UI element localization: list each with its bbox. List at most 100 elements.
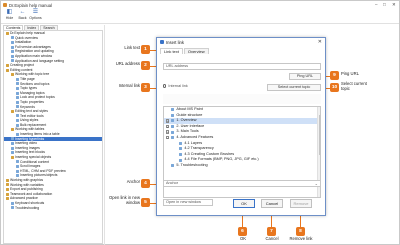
page-icon xyxy=(11,54,14,58)
panel-divider xyxy=(104,25,105,245)
page-icon xyxy=(11,146,14,150)
tab-overview[interactable]: Overview xyxy=(183,48,209,54)
book-icon xyxy=(11,128,14,132)
callout-ping-url-label: Ping URL xyxy=(341,71,359,76)
url-address-input[interactable]: URL address xyxy=(163,63,321,70)
callout-cancel-label: Cancel xyxy=(265,236,279,241)
radio-circle-icon xyxy=(163,84,167,88)
page-icon xyxy=(16,91,19,95)
page-icon xyxy=(16,165,19,169)
callout-badge-10: 10 xyxy=(330,83,339,92)
callout-badge-3: 3 xyxy=(141,83,150,92)
topic-icon xyxy=(179,141,183,145)
page-icon xyxy=(16,77,19,81)
select-current-topic-button[interactable]: Select current topic xyxy=(267,84,321,91)
book-icon xyxy=(6,187,9,191)
dialog-title: Insert link xyxy=(166,39,184,45)
remove-link-button[interactable]: Remove xyxy=(290,199,312,208)
page-icon xyxy=(16,123,19,127)
app-toolbar: ◧ Hide ← Back ☰ Options xyxy=(1,9,399,24)
dialog-close-icon[interactable]: ✕ xyxy=(318,39,322,45)
anchor-select[interactable]: Anchor ⌄ xyxy=(163,180,321,187)
book-icon xyxy=(6,68,9,72)
page-icon xyxy=(16,160,19,164)
page-icon xyxy=(11,45,14,49)
contents-tree: Dr.Explain help manual Quick overview Inst… xyxy=(3,30,103,244)
page-icon xyxy=(11,151,14,155)
callout-badge-5: 5 xyxy=(141,198,150,207)
url-address-placeholder: URL address xyxy=(166,64,189,68)
tree-item-label: Troubleshooting xyxy=(15,205,40,210)
topic-icon xyxy=(179,158,183,162)
internal-link-label: Internal link xyxy=(168,84,188,88)
options-label: Options xyxy=(29,16,42,20)
topic-icon xyxy=(171,136,175,140)
callout-badge-9: 9 xyxy=(330,71,339,80)
page-icon xyxy=(11,50,14,54)
page-icon xyxy=(16,82,19,86)
ok-button[interactable]: OK xyxy=(233,199,255,208)
back-button[interactable]: ← Back xyxy=(16,9,29,23)
book-icon xyxy=(6,197,9,201)
anchor-value: Anchor xyxy=(166,181,179,185)
topic-icon xyxy=(179,153,183,157)
expand-icon[interactable]: + xyxy=(166,119,170,123)
hide-button[interactable]: ◧ Hide xyxy=(3,9,16,23)
page-icon xyxy=(11,201,14,205)
topic-icon xyxy=(171,113,175,117)
book-icon xyxy=(11,109,14,113)
topic-item[interactable]: 5. Troubleshooting xyxy=(164,163,320,169)
expand-icon[interactable]: + xyxy=(166,130,170,134)
page-icon xyxy=(16,86,19,90)
page-icon xyxy=(11,142,14,146)
dialog-tabs: Link text Overview xyxy=(160,48,210,54)
callout-badge-6: 6 xyxy=(238,227,247,236)
open-in-new-window-label: Open in new window xyxy=(166,200,202,204)
insert-link-dialog: Insert link ✕ Link text Overview URL add… xyxy=(156,37,326,216)
cancel-button[interactable]: Cancel xyxy=(261,199,283,208)
book-icon xyxy=(6,183,9,187)
tree-item[interactable]: Troubleshooting xyxy=(4,206,102,211)
app-logo-icon xyxy=(3,3,7,7)
page-icon xyxy=(11,40,14,44)
collapse-icon[interactable]: − xyxy=(166,136,170,140)
link-icon xyxy=(160,40,164,44)
book-icon xyxy=(6,178,9,182)
topic-icon xyxy=(171,130,175,134)
book-icon xyxy=(11,73,14,77)
page-icon xyxy=(16,119,19,123)
book-icon xyxy=(6,31,9,35)
callout-badge-8: 8 xyxy=(296,227,305,236)
callout-internal-link-label: Internal link xyxy=(118,83,140,88)
book-icon xyxy=(11,155,14,159)
back-label: Back xyxy=(18,16,27,20)
callout-url-address-label: URL address xyxy=(115,61,140,66)
minimize-icon[interactable]: – xyxy=(375,2,378,7)
scrollbar-thumb[interactable] xyxy=(318,115,320,155)
expand-icon[interactable]: + xyxy=(166,124,170,129)
ping-url-button[interactable]: Ping URL xyxy=(289,73,321,80)
close-window-icon[interactable]: ✕ xyxy=(392,2,396,8)
page-icon xyxy=(11,137,14,141)
tab-link-text[interactable]: Link text xyxy=(160,48,183,54)
page-icon xyxy=(11,59,14,63)
options-icon: ☰ xyxy=(32,9,39,15)
app-title: Dr.Explain help manual xyxy=(9,2,53,8)
internal-link-radio[interactable]: Internal link xyxy=(163,84,245,91)
page-icon xyxy=(16,174,19,178)
callout-ok-label: OK xyxy=(239,236,247,241)
topic-icon xyxy=(171,125,175,129)
topic-icon xyxy=(171,164,175,168)
page-icon xyxy=(11,206,14,210)
page-icon xyxy=(16,169,19,173)
book-icon xyxy=(6,192,9,196)
page-icon xyxy=(16,100,19,104)
callout-anchor-label: Anchor xyxy=(126,179,140,184)
callout-badge-2: 2 xyxy=(141,61,150,70)
app-titlebar: Dr.Explain help manual xyxy=(1,1,399,9)
page-icon xyxy=(16,132,19,136)
options-button[interactable]: ☰ Options xyxy=(29,9,42,23)
open-in-new-window-option[interactable]: Open in new window xyxy=(163,199,213,206)
page-icon xyxy=(16,105,19,109)
maximize-icon[interactable]: □ xyxy=(383,2,386,7)
